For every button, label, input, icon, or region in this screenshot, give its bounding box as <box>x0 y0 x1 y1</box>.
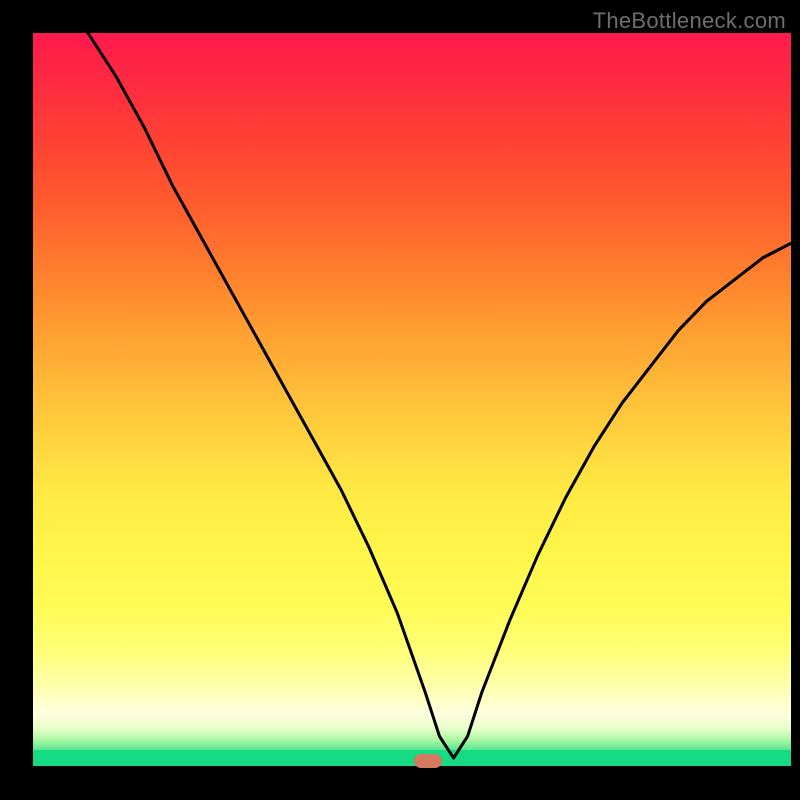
chart-stage: TheBottleneck.com <box>0 0 800 800</box>
credit-watermark: TheBottleneck.com <box>593 8 786 34</box>
plot-area <box>33 33 791 791</box>
optimal-point-marker <box>414 754 442 768</box>
bottleneck-curve <box>33 33 791 791</box>
